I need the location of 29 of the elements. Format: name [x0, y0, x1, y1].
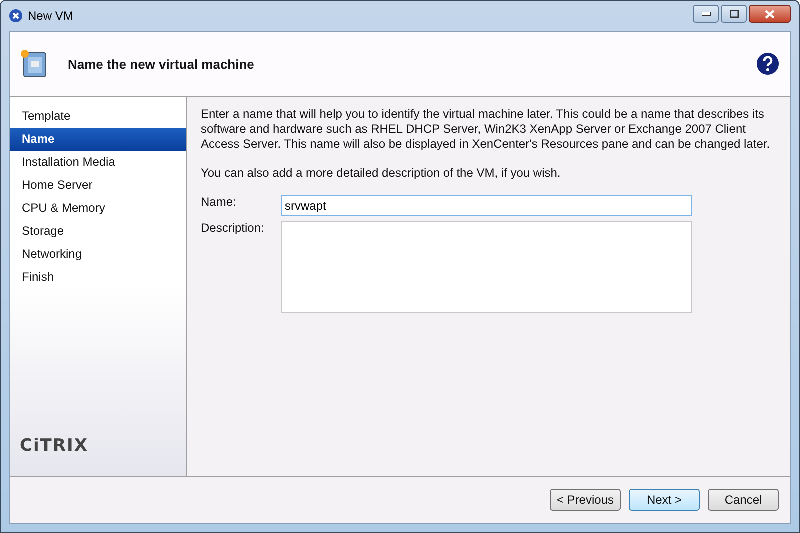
window-title: New VM: [28, 9, 74, 23]
close-button[interactable]: [749, 5, 791, 23]
intro-text: Enter a name that will help you to identify the virtual machine later. This could be a name that describes its software and hardware such as RHEL DHCP Server, Win2K3 XenApp Server or Exchange 2007 Client Access Server. This name will also be displayed in XenCenter's Resources pane and can be changed later.: [201, 107, 772, 152]
wizard-button[interactable]: Next >: [629, 489, 700, 511]
hint-text: You can also add a more detailed description of the VM, if you wish.: [201, 166, 562, 181]
help-icon[interactable]: [756, 52, 780, 76]
name-label: Name:: [201, 195, 238, 211]
close-icon: [765, 10, 775, 18]
wizard-button[interactable]: Cancel: [708, 489, 779, 511]
close-circle-icon: [9, 9, 23, 23]
company-logo: CiTRIX: [20, 436, 90, 456]
restore-icon: [730, 10, 738, 18]
minimize-icon: [702, 12, 710, 16]
page-title: Name the new virtual machine: [68, 56, 256, 72]
maximize-button[interactable]: [721, 5, 747, 23]
wizard-step[interactable]: Name: [10, 128, 186, 151]
description-label: Description:: [201, 221, 266, 237]
wizard-step[interactable]: CPU & Memory: [10, 197, 186, 220]
wizard-step[interactable]: Finish: [10, 266, 186, 289]
description-field[interactable]: [281, 221, 692, 313]
wizard-step[interactable]: Networking: [10, 243, 186, 266]
wizard-step[interactable]: Template: [10, 105, 186, 128]
virtual-machine-icon: [20, 49, 48, 79]
wizard-button[interactable]: < Previous: [550, 489, 621, 511]
wizard-step[interactable]: Installation Media: [10, 151, 186, 174]
minimize-button[interactable]: [693, 5, 719, 23]
wizard-step[interactable]: Home Server: [10, 174, 186, 197]
wizard-step[interactable]: Storage: [10, 220, 186, 243]
name-field[interactable]: srvwapt: [281, 195, 692, 216]
